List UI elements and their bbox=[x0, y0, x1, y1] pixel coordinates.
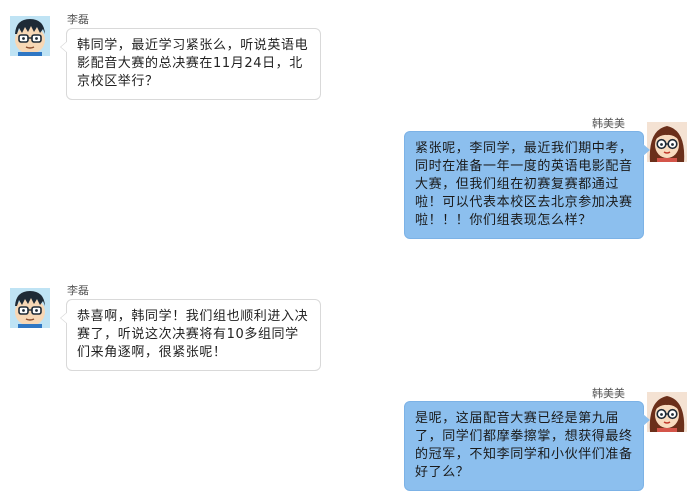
sender-name: 李磊 bbox=[67, 13, 89, 26]
sender-name: 李磊 bbox=[67, 284, 89, 297]
chat-message-3: 李磊 恭喜啊，韩同学！我们组也顺利进入决赛了，听说这次决赛将有10多组同学们来角… bbox=[0, 273, 687, 373]
chat-message-4: 韩美美 是呢，这届配音大赛已经是第九届了，同学们都摩拳擦掌，想获得最终的冠军，不… bbox=[0, 380, 687, 498]
message-bubble: 恭喜啊，韩同学！我们组也顺利进入决赛了，听说这次决赛将有10多组同学们来角逐啊，… bbox=[60, 299, 321, 371]
message-bubble: 韩同学，最近学习紧张么，听说英语电影配音大赛的总决赛在11月24日，北京校区举行… bbox=[60, 28, 321, 100]
boy-with-glasses-avatar-icon[interactable] bbox=[10, 288, 50, 328]
boy-with-glasses-avatar-icon[interactable] bbox=[10, 16, 50, 56]
sender-name: 韩美美 bbox=[592, 387, 625, 400]
message-bubble: 紧张呢，李同学，最近我们期中考，同时在准备一年一度的英语电影配音大赛，但我们组在… bbox=[404, 131, 650, 239]
girl-with-glasses-avatar-icon[interactable] bbox=[647, 122, 687, 162]
chat-message-2: 韩美美 紧张呢，李同学，最近我们期中考，同时在准备一年一度的英语电影配音大赛，但… bbox=[0, 110, 687, 250]
message-bubble: 是呢，这届配音大赛已经是第九届了，同学们都摩拳擦掌，想获得最终的冠军，不知李同学… bbox=[404, 401, 650, 491]
girl-with-glasses-avatar-icon[interactable] bbox=[647, 392, 687, 432]
chat-message-1: 李磊 韩同学，最近学习紧张么，听说英语电影配音大赛的总决赛在11月24日，北京校… bbox=[0, 0, 687, 100]
sender-name: 韩美美 bbox=[592, 117, 625, 130]
